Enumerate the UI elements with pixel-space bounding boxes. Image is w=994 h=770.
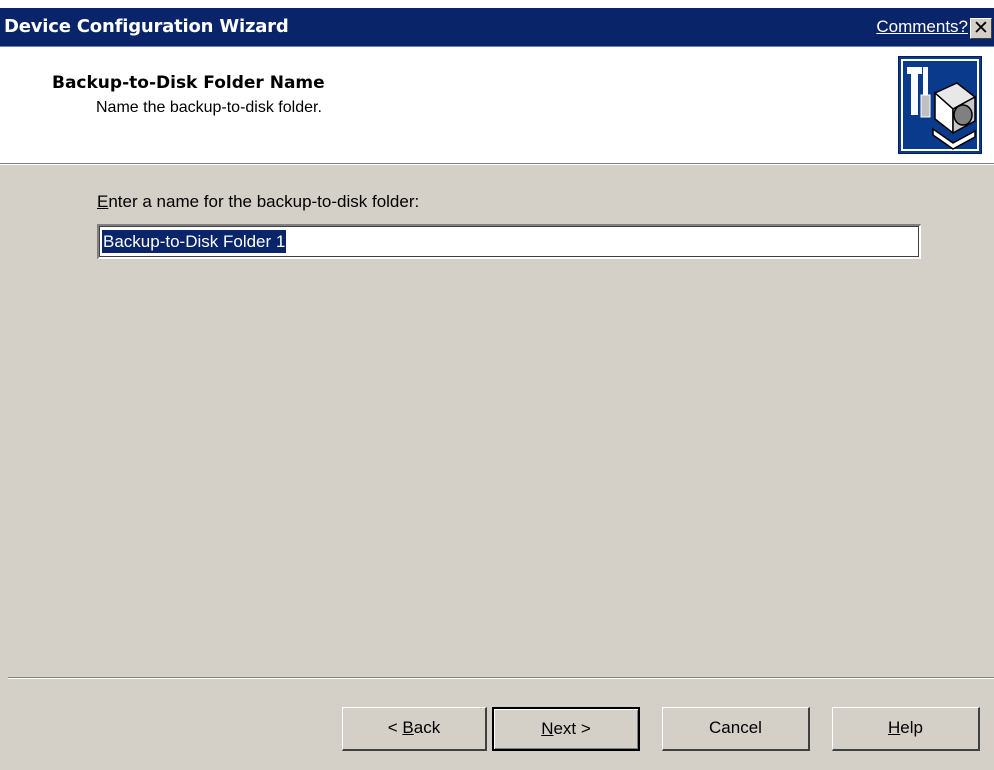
folder-name-label: Enter a name for the backup-to-disk fold… [97,192,419,212]
label-mnemonic: E [97,192,109,211]
label-rest: nter a name for the backup-to-disk folde… [108,192,420,211]
footer-divider-highlight [8,678,994,679]
next-button[interactable]: Next > [492,707,640,751]
close-icon: ✕ [973,17,989,39]
wizard-header: Backup-to-Disk Folder Name Name the back… [0,47,994,164]
back-mnemonic: B [402,718,414,737]
page-subtitle: Name the backup-to-disk folder. [96,99,322,116]
next-mnemonic: N [541,719,554,738]
wizard-body: Enter a name for the backup-to-disk fold… [0,165,994,677]
wizard-window: Device Configuration Wizard Comments? ✕ … [0,0,994,770]
folder-name-input[interactable]: Backup-to-Disk Folder 1 [97,224,921,259]
help-label: elp [900,718,923,737]
wizard-tools-computer-icon [898,56,982,154]
title-bar: Device Configuration Wizard Comments? ✕ [0,8,994,47]
help-mnemonic: H [888,718,901,737]
back-prefix: < [387,718,403,737]
window-title: Device Configuration Wizard [4,16,289,37]
comments-link[interactable]: Comments? [876,17,968,37]
back-label: ack [413,718,441,737]
top-strip [0,0,994,8]
close-button[interactable]: ✕ [970,18,992,39]
help-button[interactable]: Help [832,707,980,751]
cancel-button[interactable]: Cancel [662,707,810,751]
next-label: ext > [553,719,591,738]
folder-name-value: Backup-to-Disk Folder 1 [102,230,287,253]
page-title: Backup-to-Disk Folder Name [52,73,325,93]
back-button[interactable]: < Back [342,707,487,751]
